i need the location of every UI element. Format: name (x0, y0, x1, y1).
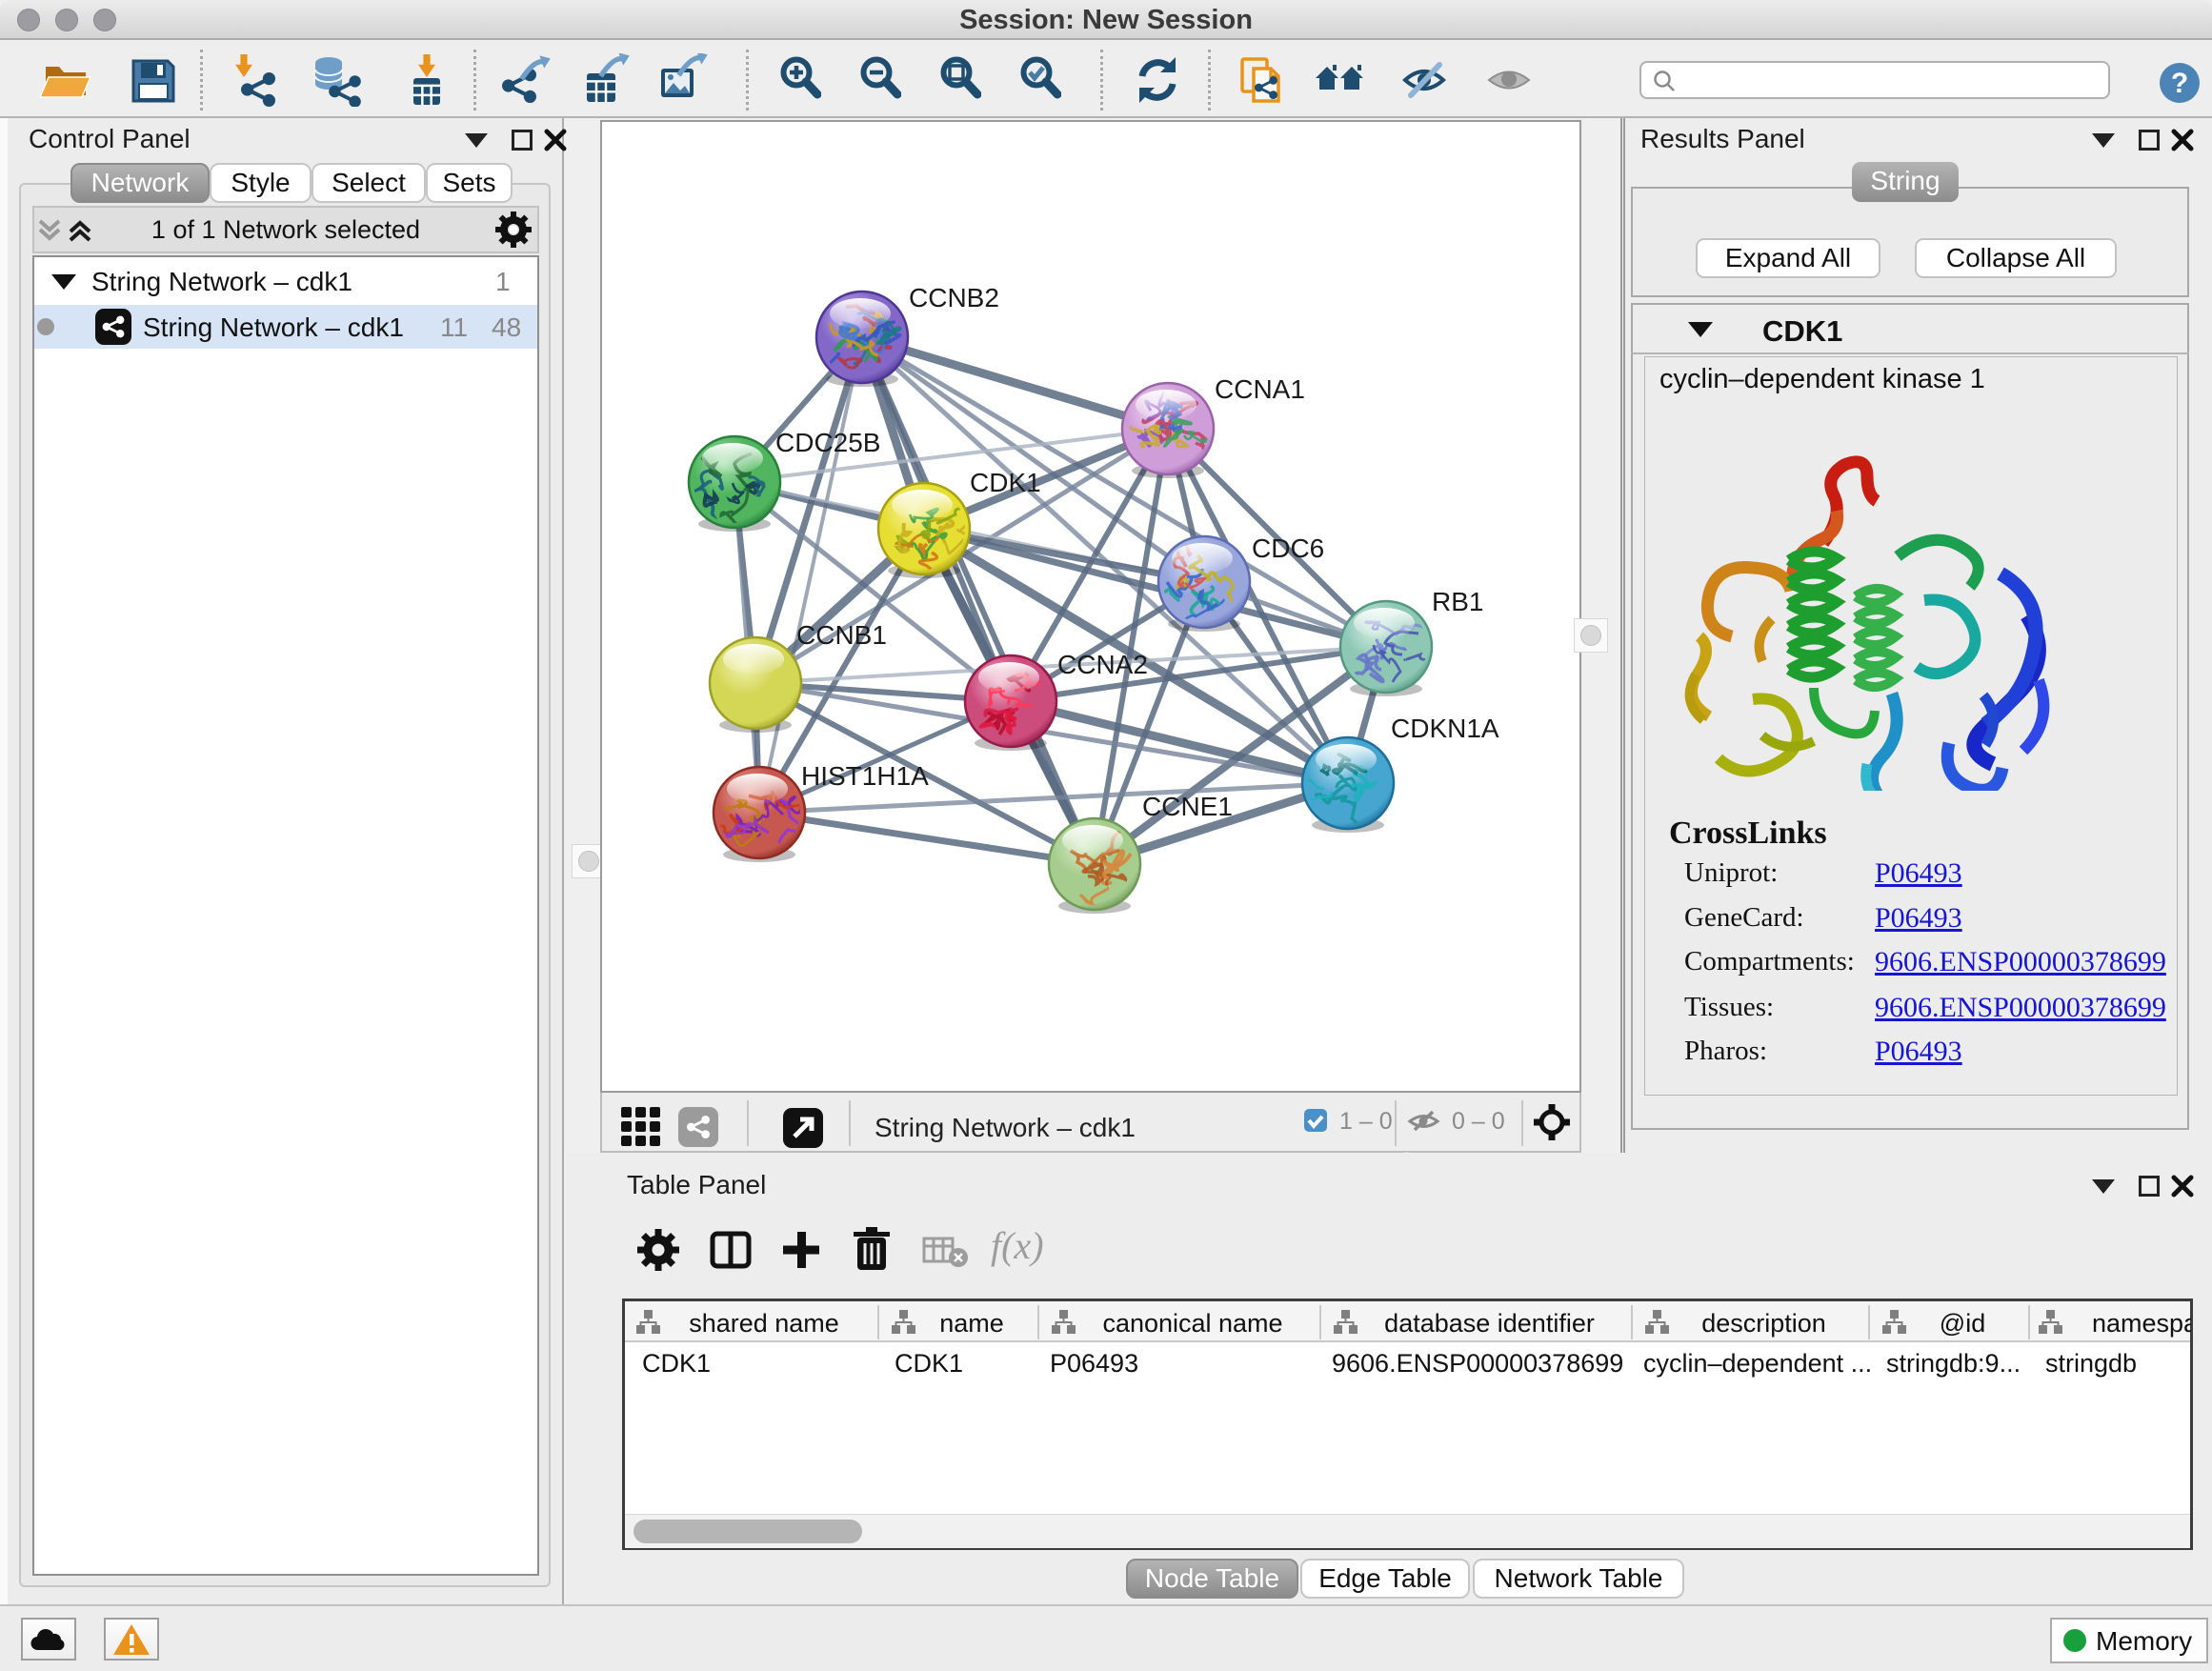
svg-text:CDC25B: CDC25B (775, 428, 880, 457)
svg-text:CDC6: CDC6 (1252, 534, 1324, 563)
svg-text:CCNA1: CCNA1 (1215, 374, 1305, 404)
svg-text:CCNB1: CCNB1 (796, 620, 887, 650)
svg-text:CDK1: CDK1 (970, 468, 1041, 497)
svg-text:?: ? (2171, 68, 2188, 99)
svg-text:CCNA2: CCNA2 (1057, 650, 1148, 679)
svg-text:CCNB2: CCNB2 (909, 283, 999, 312)
svg-text:HIST1H1A: HIST1H1A (801, 761, 929, 791)
svg-text:RB1: RB1 (1432, 587, 1483, 616)
svg-text:CCNE1: CCNE1 (1142, 792, 1233, 821)
svg-text:CDKN1A: CDKN1A (1391, 714, 1499, 743)
